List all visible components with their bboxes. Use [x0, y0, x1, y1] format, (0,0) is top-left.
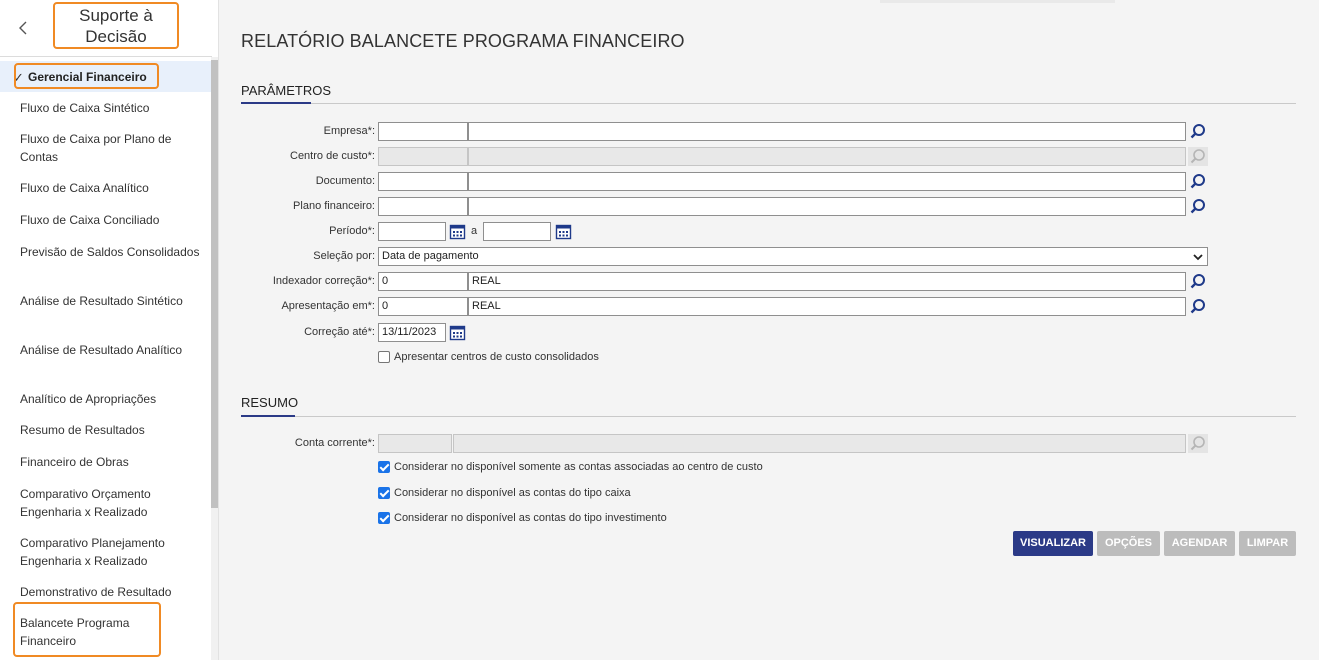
correcao-date-input[interactable]: 13/11/2023: [378, 323, 446, 342]
check2-checkbox[interactable]: [378, 487, 390, 499]
chevron-down-icon: [1193, 254, 1203, 261]
check1-label: Considerar no disponível somente as cont…: [394, 461, 763, 473]
selecao-label: Seleção por:: [313, 250, 375, 262]
periodo-start-input[interactable]: [378, 222, 446, 241]
selecao-value: Data de pagamento: [382, 250, 479, 262]
centro-custo-label: Centro de custo*:: [290, 150, 375, 162]
search-icon: [1190, 174, 1205, 189]
conta-corrente-name-input[interactable]: [453, 434, 1186, 453]
sidebar-title: Suporte à Decisão: [53, 2, 179, 49]
correcao-calendar-button[interactable]: [449, 324, 466, 341]
indexador-name-input[interactable]: REAL: [468, 272, 1186, 291]
empresa-name-input[interactable]: [468, 122, 1186, 141]
sidebar: Suporte à Decisão ✓ Gerencial Financeiro…: [0, 0, 219, 660]
periodo-end-calendar-button[interactable]: [555, 223, 572, 240]
section-title-parametros: PARÂMETROS: [241, 83, 332, 98]
sidebar-item-fluxo-caixa-sintetico[interactable]: Fluxo de Caixa Sintético: [20, 100, 200, 118]
apresentacao-code-input[interactable]: 0: [378, 297, 468, 316]
section-accent: [241, 415, 295, 417]
opcoes-button[interactable]: OPÇÕES: [1097, 531, 1160, 556]
search-icon: [1190, 274, 1205, 289]
documento-lookup-button[interactable]: [1188, 172, 1208, 191]
indexador-code-input[interactable]: 0: [378, 272, 468, 291]
top-bar: [880, 0, 1115, 3]
apresentacao-label: Apresentação em*:: [281, 300, 375, 312]
sidebar-item-analise-resultado-analitico[interactable]: Análise de Resultado Analítico: [20, 342, 200, 360]
sidebar-item-demonstrativo-resultado[interactable]: Demonstrativo de Resultado: [20, 584, 200, 602]
centro-custo-name-input[interactable]: [468, 147, 1186, 166]
apresentacao-lookup-button[interactable]: [1188, 297, 1208, 316]
search-icon: [1190, 199, 1205, 214]
sidebar-item-analise-resultado-sintetico[interactable]: Análise de Resultado Sintético: [20, 293, 200, 311]
correcao-label: Correção até*:: [304, 326, 375, 338]
sidebar-header: Suporte à Decisão: [0, 0, 212, 57]
empresa-label: Empresa*:: [323, 125, 375, 137]
search-icon: [1190, 299, 1205, 314]
sidebar-item-fluxo-caixa-analitico[interactable]: Fluxo de Caixa Analítico: [20, 180, 200, 198]
check1-checkbox[interactable]: [378, 461, 390, 473]
periodo-label: Período*:: [329, 225, 375, 237]
chevron-left-icon: [19, 21, 27, 35]
centro-custo-lookup-button[interactable]: [1188, 147, 1208, 166]
sidebar-item-analitico-apropriacoes[interactable]: Analítico de Apropriações: [20, 391, 200, 409]
section-divider: [241, 416, 1296, 417]
conta-corrente-lookup-button[interactable]: [1188, 434, 1208, 453]
search-icon: [1190, 124, 1205, 139]
periodo-end-input[interactable]: [483, 222, 551, 241]
page-title: RELATÓRIO BALANCETE PROGRAMA FINANCEIRO: [241, 31, 685, 51]
highlight-box: [14, 63, 159, 89]
sidebar-item-fluxo-caixa-plano-contas[interactable]: Fluxo de Caixa por Plano de Contas: [20, 131, 200, 166]
empresa-code-input[interactable]: [378, 122, 468, 141]
sidebar-item-fluxo-caixa-conciliado[interactable]: Fluxo de Caixa Conciliado: [20, 212, 200, 230]
search-icon: [1190, 149, 1205, 164]
documento-label: Documento:: [315, 175, 375, 187]
search-icon: [1190, 436, 1205, 451]
agendar-button[interactable]: AGENDAR: [1164, 531, 1235, 556]
check3-label: Considerar no disponível as contas do ti…: [394, 512, 667, 524]
empresa-lookup-button[interactable]: [1188, 122, 1208, 141]
centro-custo-code-input[interactable]: [378, 147, 468, 166]
indexador-lookup-button[interactable]: [1188, 272, 1208, 291]
apresentacao-name-input[interactable]: REAL: [468, 297, 1186, 316]
plano-financeiro-code-input[interactable]: [378, 197, 468, 216]
section-divider: [241, 103, 1296, 104]
sidebar-item-previsao-saldos[interactable]: Previsão de Saldos Consolidados: [20, 244, 200, 262]
highlight-box: [13, 602, 161, 657]
periodo-separator: a: [471, 225, 478, 237]
plano-financeiro-label: Plano financeiro:: [293, 200, 375, 212]
sidebar-scroll-thumb[interactable]: [211, 60, 218, 508]
visualizar-button[interactable]: VISUALIZAR: [1013, 531, 1093, 556]
back-button[interactable]: [12, 14, 36, 42]
plano-financeiro-lookup-button[interactable]: [1188, 197, 1208, 216]
indexador-label: Indexador correção*:: [272, 275, 375, 287]
consolidados-checkbox[interactable]: [378, 351, 390, 363]
main-content: RELATÓRIO BALANCETE PROGRAMA FINANCEIRO …: [220, 0, 1319, 660]
calendar-icon: [449, 224, 466, 240]
conta-corrente-code-input[interactable]: [378, 434, 452, 453]
documento-name-input[interactable]: [468, 172, 1186, 191]
limpar-button[interactable]: LIMPAR: [1239, 531, 1296, 556]
calendar-icon: [449, 325, 466, 341]
section-title-resumo: RESUMO: [241, 395, 299, 410]
check3-checkbox[interactable]: [378, 512, 390, 524]
conta-corrente-label: Conta corrente*:: [294, 437, 375, 449]
documento-code-input[interactable]: [378, 172, 468, 191]
section-accent: [241, 102, 311, 104]
calendar-icon: [555, 224, 572, 240]
check2-label: Considerar no disponível as contas do ti…: [394, 487, 631, 499]
sidebar-item-comparativo-orcamento[interactable]: Comparativo Orçamento Engenharia x Reali…: [20, 486, 200, 521]
selecao-select[interactable]: Data de pagamento: [378, 247, 1208, 266]
periodo-start-calendar-button[interactable]: [449, 223, 466, 240]
sidebar-item-comparativo-planejamento[interactable]: Comparativo Planejamento Engenharia x Re…: [20, 535, 200, 570]
sidebar-item-resumo-resultados[interactable]: Resumo de Resultados: [20, 422, 200, 440]
consolidados-label: Apresentar centros de custo consolidados: [394, 351, 599, 363]
plano-financeiro-name-input[interactable]: [468, 197, 1186, 216]
sidebar-item-financeiro-obras[interactable]: Financeiro de Obras: [20, 454, 200, 472]
